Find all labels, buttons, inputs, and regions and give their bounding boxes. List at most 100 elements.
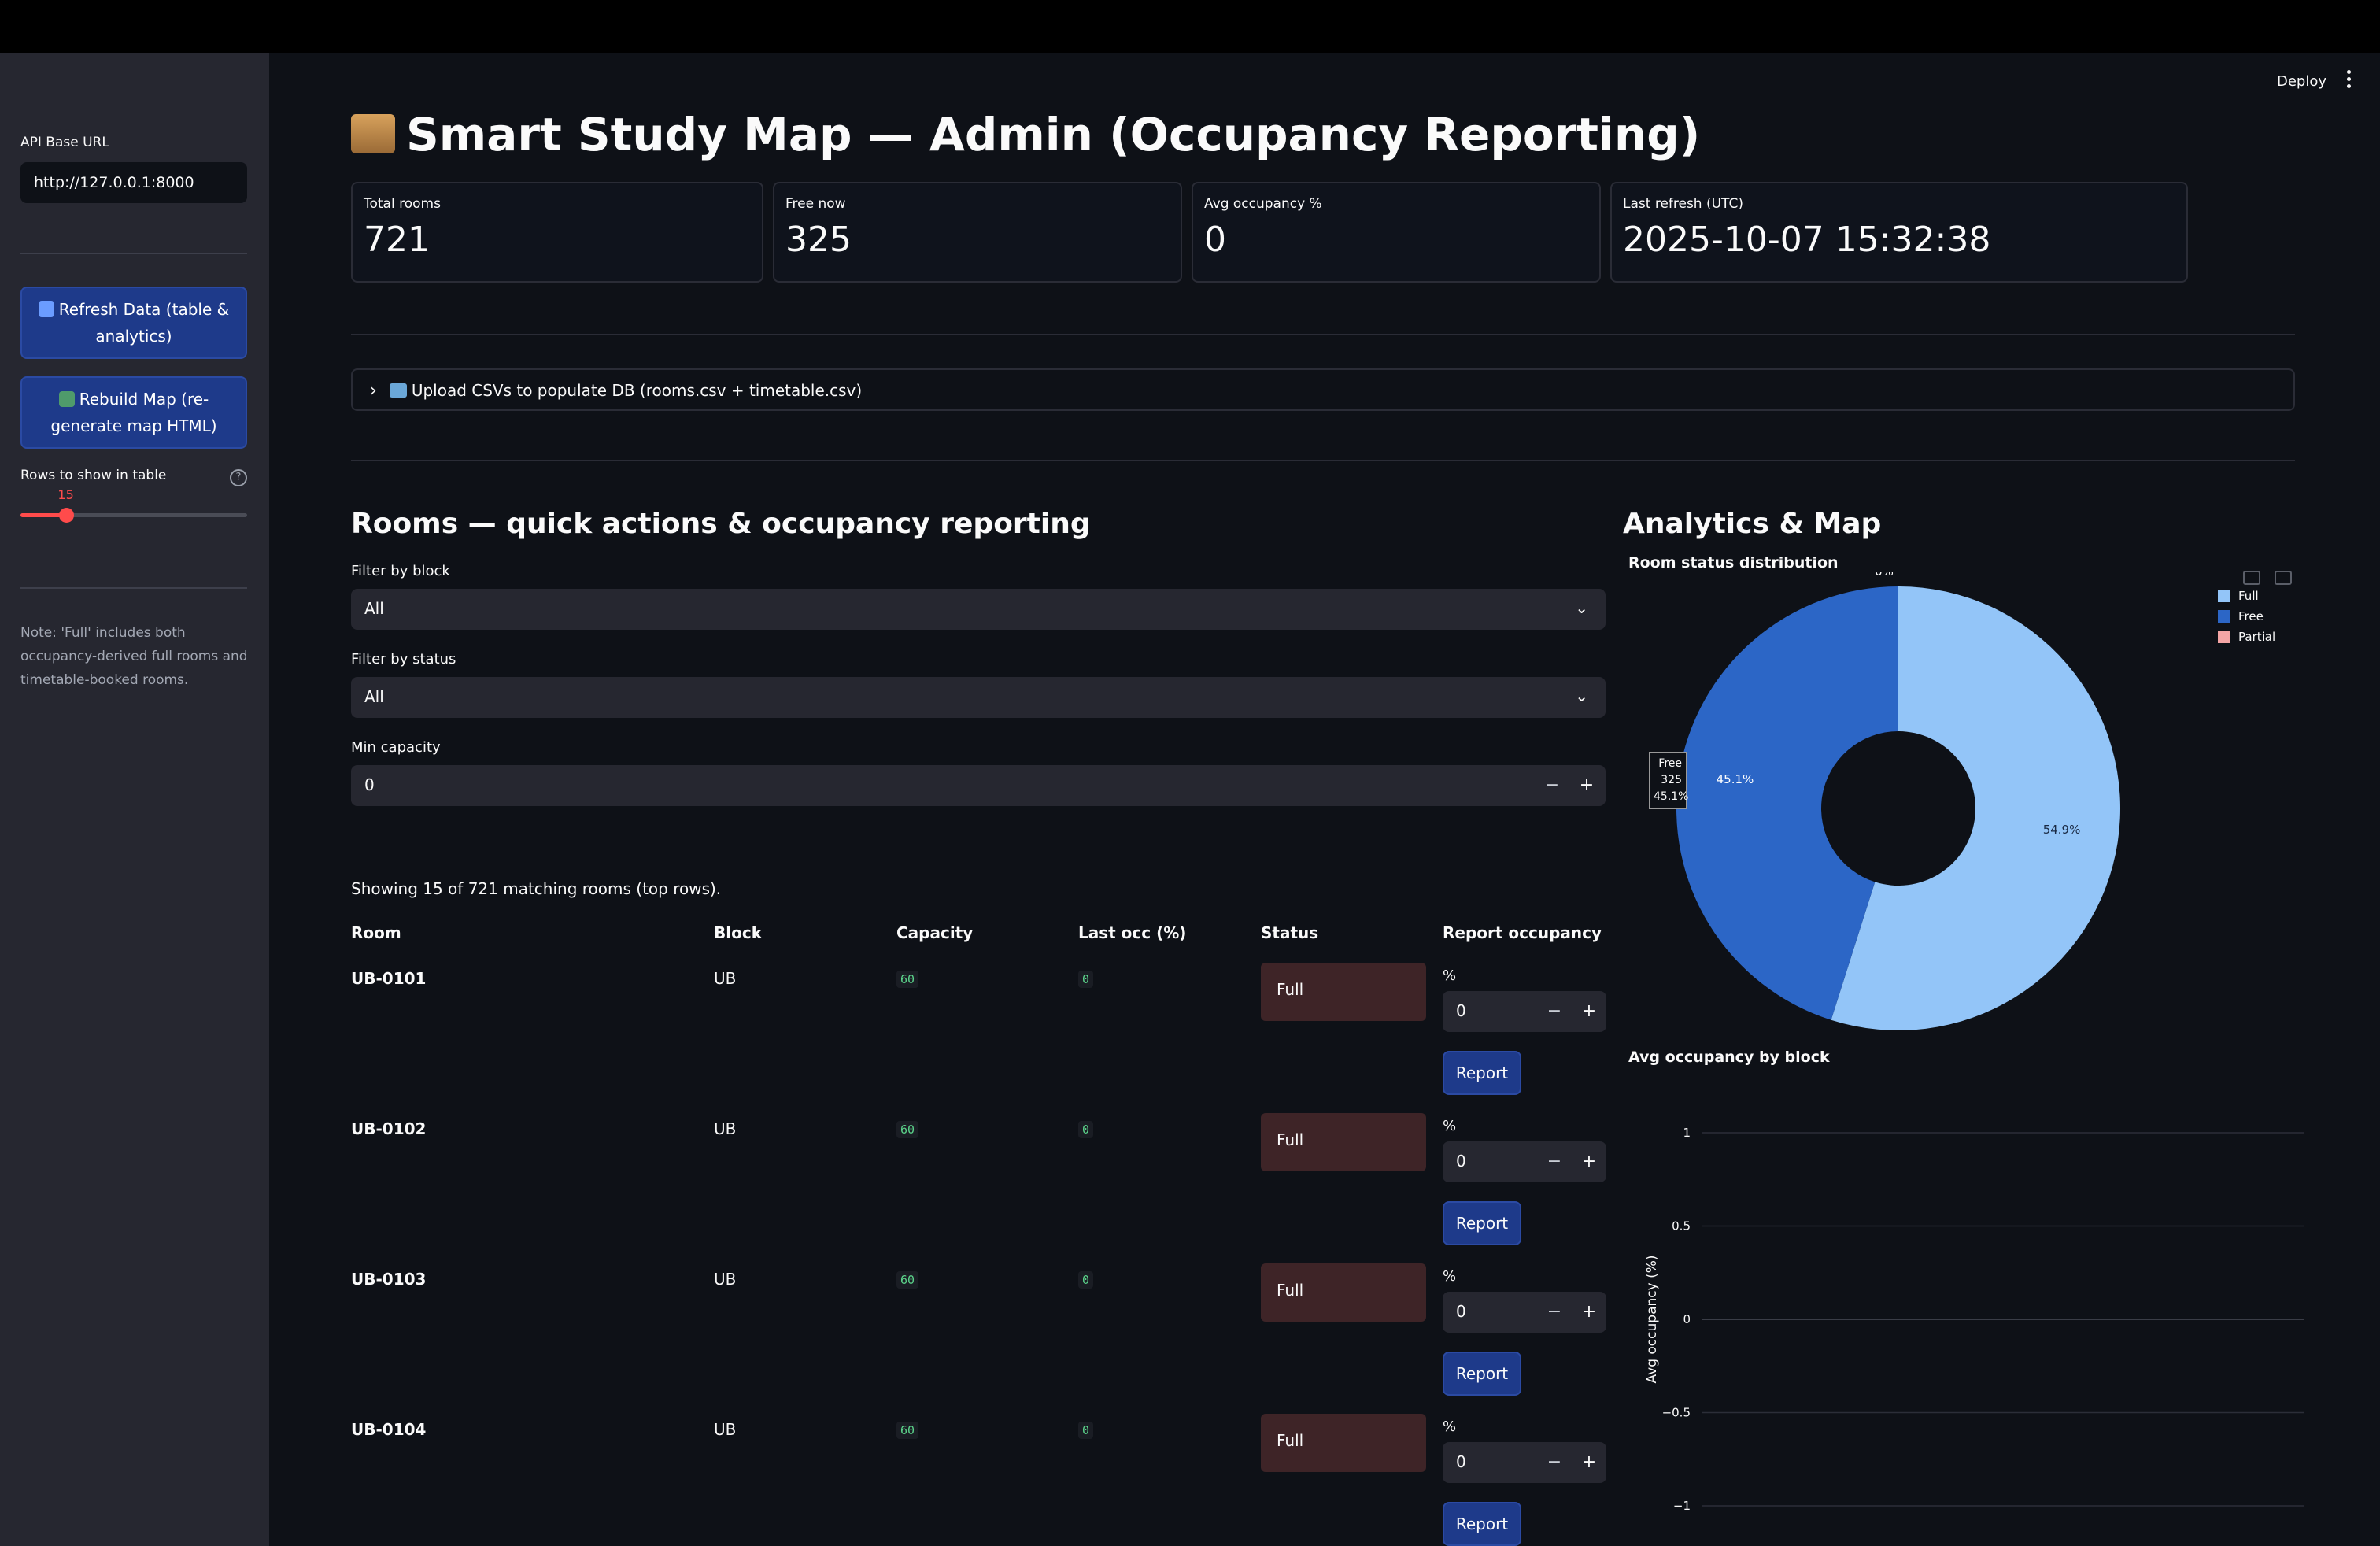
sidebar-divider: [20, 587, 247, 589]
legend-swatch-free: [2218, 610, 2230, 623]
decrement-button[interactable]: −: [1537, 991, 1572, 1032]
report-occupancy-input[interactable]: 0 − +: [1443, 1442, 1606, 1483]
column-header-room: Room: [351, 923, 401, 942]
tooltip-count: 325: [1661, 774, 1682, 786]
divider: [351, 334, 2295, 335]
bar-chart-title: Avg occupancy by block: [1628, 1049, 1830, 1066]
increment-button[interactable]: +: [1569, 765, 1604, 806]
report-occupancy-input[interactable]: 0 − +: [1443, 991, 1606, 1032]
sidebar: API Base URL Refresh Data (table & analy…: [0, 53, 269, 1546]
room-block: UB: [714, 969, 737, 988]
report-button[interactable]: Report: [1443, 1502, 1521, 1546]
more-menu-icon[interactable]: [2347, 70, 2352, 91]
report-occupancy-value: 0: [1456, 1001, 1466, 1020]
x-tick-label: TP2: [2192, 1515, 2215, 1517]
report-pct-label: %: [1443, 967, 1457, 984]
camera-icon[interactable]: [2243, 571, 2260, 585]
decrement-button[interactable]: −: [1537, 1442, 1572, 1483]
rows-slider[interactable]: 15: [20, 487, 247, 523]
fullscreen-icon[interactable]: [2275, 571, 2292, 585]
api-base-url-input[interactable]: [20, 162, 247, 203]
room-name: UB-0104: [351, 1420, 427, 1439]
report-occupancy-input[interactable]: 0 − +: [1443, 1141, 1606, 1182]
x-tick-label: UB: [1794, 1515, 1810, 1517]
increment-button[interactable]: +: [1572, 1141, 1606, 1182]
status-badge: Full: [1261, 1113, 1426, 1171]
column-header-block: Block: [714, 923, 762, 942]
min-capacity-value: 0: [364, 775, 375, 794]
metric-value: 0: [1204, 220, 1226, 260]
bar-chart: 10.50−0.5−1UBTPTP2BlockAvg occupancy (%): [1644, 1126, 2304, 1517]
legend-swatch-partial: [2218, 631, 2230, 643]
room-block: UB: [714, 1119, 737, 1138]
refresh-data-button[interactable]: Refresh Data (table & analytics): [20, 287, 247, 359]
room-last-occ: 0: [1078, 1121, 1094, 1138]
metric-label: Avg occupancy %: [1204, 196, 1322, 212]
report-button[interactable]: Report: [1443, 1201, 1521, 1245]
refresh-icon: [38, 301, 54, 317]
report-button-label: Report: [1455, 1515, 1509, 1533]
column-header-status: Status: [1261, 923, 1319, 942]
filter-block-select[interactable]: All ⌄: [351, 589, 1606, 630]
filter-status-label: Filter by status: [351, 651, 456, 668]
metric-value: 721: [364, 220, 430, 260]
room-capacity: 60: [896, 1271, 919, 1289]
pie-value-label: 54.9%: [2043, 823, 2081, 837]
upload-csv-expander[interactable]: › Upload CSVs to populate DB (rooms.csv +…: [351, 368, 2295, 411]
sidebar-divider: [20, 253, 247, 254]
report-button[interactable]: Report: [1443, 1051, 1521, 1095]
analytics-heading: Analytics & Map: [1623, 508, 1882, 540]
legend-label-partial[interactable]: Partial: [2238, 630, 2275, 644]
chevron-right-icon: ›: [370, 381, 377, 401]
filter-status-select[interactable]: All ⌄: [351, 677, 1606, 718]
increment-button[interactable]: +: [1572, 991, 1606, 1032]
report-button-label: Report: [1455, 1063, 1509, 1082]
metric-free-now: Free now 325: [773, 182, 1182, 283]
legend-label-free[interactable]: Free: [2238, 609, 2264, 623]
deploy-button[interactable]: Deploy: [2277, 73, 2326, 90]
tooltip-name: Free: [1658, 757, 1682, 770]
tooltip-pct: 45.1%: [1654, 790, 1689, 803]
legend-label-full[interactable]: Full: [2238, 589, 2259, 603]
report-pct-label: %: [1443, 1268, 1457, 1285]
room-capacity: 60: [896, 1422, 919, 1439]
help-icon[interactable]: ?: [230, 469, 247, 486]
column-header-last-occ: Last occ (%): [1078, 923, 1187, 942]
increment-button[interactable]: +: [1572, 1292, 1606, 1333]
chevron-down-icon: ⌄: [1575, 598, 1588, 617]
report-occupancy-input[interactable]: 0 − +: [1443, 1292, 1606, 1333]
report-button[interactable]: Report: [1443, 1352, 1521, 1396]
rooms-caption: Showing 15 of 721 matching rooms (top ro…: [351, 879, 722, 898]
rebuild-map-button[interactable]: Rebuild Map (re-generate map HTML): [20, 376, 247, 449]
metric-value: 2025-10-07 15:32:38: [1623, 220, 1991, 260]
status-badge: Full: [1261, 1263, 1426, 1322]
metric-value: 325: [785, 220, 852, 260]
api-base-url-label: API Base URL: [20, 135, 109, 150]
pie-tooltip: Free 325 45.1%: [1649, 752, 1689, 809]
y-tick-label: −1: [1673, 1499, 1691, 1513]
room-block: UB: [714, 1420, 737, 1439]
increment-button[interactable]: +: [1572, 1442, 1606, 1483]
x-tick-label: TP: [1995, 1515, 2010, 1517]
pie-chart-title: Room status distribution: [1628, 554, 1839, 571]
status-badge: Full: [1261, 1414, 1426, 1472]
rows-slider-value: 15: [57, 487, 74, 502]
rows-slider-label: Rows to show in table: [20, 468, 167, 483]
upload-tray-icon: [389, 383, 407, 398]
report-button-label: Report: [1455, 1364, 1509, 1383]
room-capacity: 60: [896, 1121, 919, 1138]
filter-status-value: All: [364, 687, 384, 706]
decrement-button[interactable]: −: [1537, 1141, 1572, 1182]
rows-slider-thumb[interactable]: [58, 508, 74, 523]
y-tick-label: 0.5: [1672, 1219, 1691, 1233]
column-header-capacity: Capacity: [896, 923, 974, 942]
metric-last-refresh: Last refresh (UTC) 2025-10-07 15:32:38: [1610, 182, 2188, 283]
metric-label: Total rooms: [364, 196, 441, 212]
status-text: Full: [1277, 1431, 1304, 1450]
decrement-button[interactable]: −: [1535, 765, 1569, 806]
min-capacity-input[interactable]: 0 − +: [351, 765, 1606, 806]
y-tick-label: −0.5: [1662, 1406, 1691, 1420]
decrement-button[interactable]: −: [1537, 1292, 1572, 1333]
report-occupancy-value: 0: [1456, 1452, 1466, 1471]
room-last-occ: 0: [1078, 1422, 1094, 1439]
